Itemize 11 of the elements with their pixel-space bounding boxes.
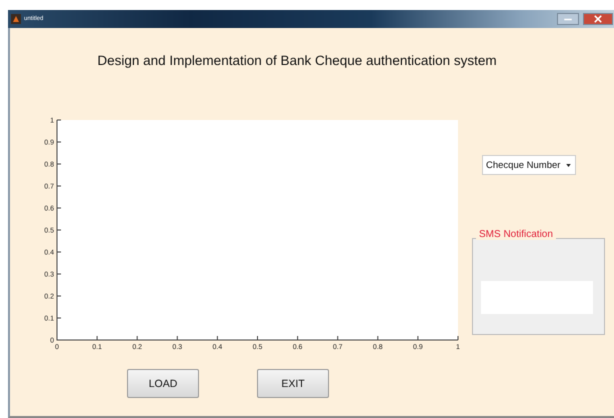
exit-button[interactable]: EXIT (257, 369, 329, 398)
panel-title: SMS Notification (476, 229, 556, 240)
cheque-dropdown[interactable]: Checque Number (482, 155, 576, 175)
caret-icon (566, 164, 571, 166)
app-icon (11, 14, 21, 24)
close-icon (594, 15, 602, 23)
heading: Design and Implementation of Bank Cheque authentication system (96, 52, 498, 70)
close-button[interactable] (583, 13, 613, 25)
minimize-icon (564, 18, 572, 20)
load-button[interactable]: LOAD (127, 369, 199, 398)
minimize-button[interactable] (557, 13, 579, 25)
